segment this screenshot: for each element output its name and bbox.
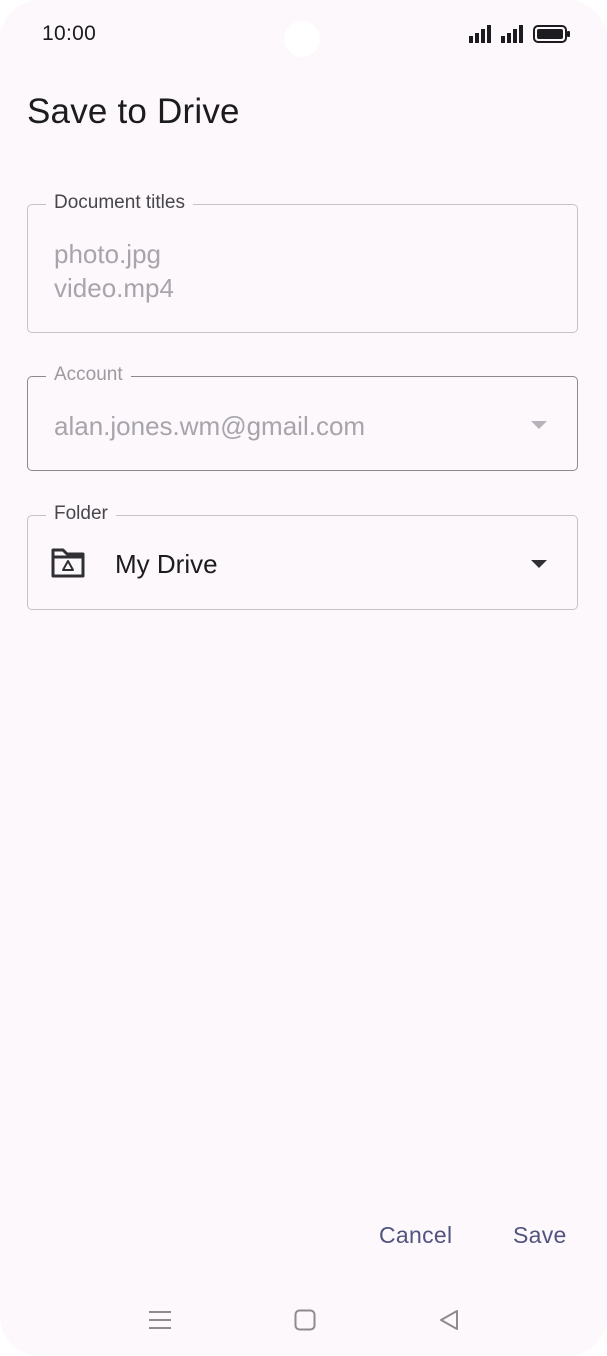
page-title: Save to Drive — [27, 92, 240, 131]
home-icon — [294, 1309, 316, 1331]
folder-label: Folder — [46, 502, 116, 526]
account-value: alan.jones.wm@gmail.com — [54, 411, 366, 441]
navigation-bar — [0, 1290, 607, 1350]
save-button[interactable]: Save — [513, 1222, 567, 1249]
document-title-line: video.mp4 — [54, 273, 174, 303]
home-button[interactable] — [287, 1306, 323, 1334]
chevron-down-icon[interactable] — [531, 560, 547, 568]
battery-icon — [533, 25, 570, 43]
status-bar: 10:00 — [0, 0, 607, 72]
folder-value: My Drive — [115, 549, 218, 579]
back-button[interactable] — [431, 1306, 467, 1334]
drive-folder-icon — [51, 548, 85, 578]
document-titles-label: Document titles — [46, 191, 193, 215]
signal-icon — [501, 25, 523, 43]
camera-cutout — [284, 21, 320, 57]
chevron-down-icon — [531, 421, 547, 429]
signal-icon — [469, 25, 491, 43]
account-dropdown[interactable]: Account alan.jones.wm@gmail.com — [27, 363, 578, 471]
status-icons — [469, 24, 571, 44]
folder-dropdown[interactable]: Folder My Drive — [27, 502, 578, 610]
menu-button[interactable] — [142, 1306, 178, 1334]
document-titles-field[interactable]: Document titles photo.jpg video.mp4 — [27, 191, 578, 333]
screen: 10:00 Save to Drive Document titles phot… — [0, 0, 607, 1356]
menu-icon — [149, 1311, 171, 1329]
cancel-button[interactable]: Cancel — [379, 1222, 452, 1249]
document-title-line: photo.jpg — [54, 239, 161, 269]
status-time: 10:00 — [42, 22, 97, 45]
account-label: Account — [46, 363, 131, 387]
back-icon — [440, 1310, 458, 1330]
